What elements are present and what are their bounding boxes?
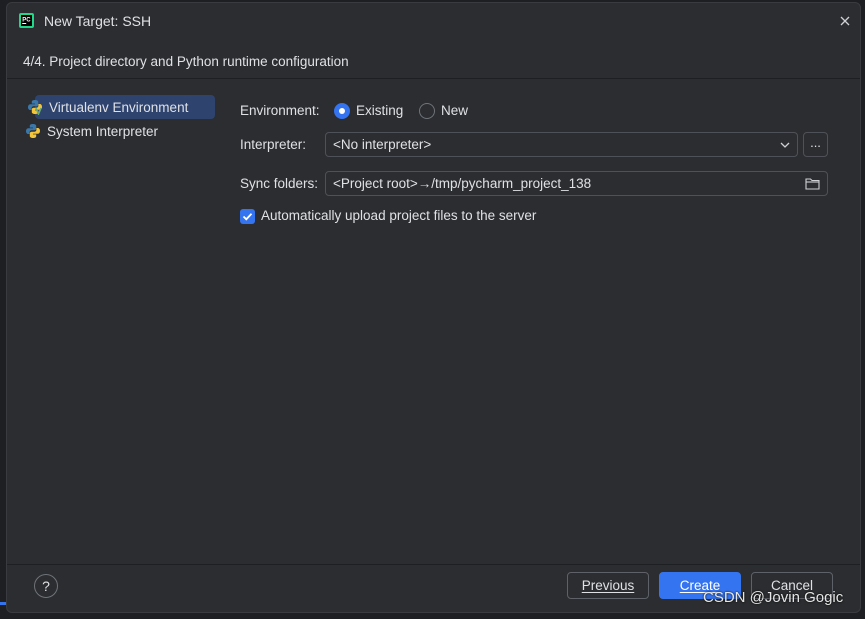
close-icon [840, 16, 850, 26]
sidebar-item-label: Virtualenv Environment [49, 99, 189, 115]
interpreter-label: Interpreter: [240, 137, 307, 152]
environment-existing-radio[interactable] [334, 103, 350, 119]
dialog-title: New Target: SSH [44, 13, 152, 29]
previous-button-label: Previous [581, 578, 635, 593]
environment-new-label[interactable]: New [441, 103, 468, 118]
sync-folders-field[interactable]: <Project root>→/tmp/pycharm_project_138 [325, 171, 828, 196]
checkmark-icon [242, 213, 253, 221]
configuration-panel: Environment: Existing New Interpreter: <… [229, 80, 860, 564]
auto-upload-label[interactable]: Automatically upload project files to th… [261, 208, 536, 223]
sidebar-item-system-interpreter[interactable]: System Interpreter [25, 119, 215, 143]
environment-existing-label[interactable]: Existing [356, 103, 403, 118]
step-title: 4/4. Project directory and Python runtim… [7, 45, 860, 79]
help-button[interactable]: ? [34, 574, 58, 598]
chevron-down-icon [780, 142, 790, 148]
close-button[interactable] [836, 12, 854, 30]
dialog-window: PC New Target: SSH 4/4. Project director… [6, 2, 861, 613]
sidebar-item-virtualenv[interactable]: Virtualenv Environment [28, 95, 215, 119]
environment-label: Environment: [240, 103, 320, 118]
interpreter-browse-button[interactable]: ... [803, 132, 828, 157]
watermark-text: CSDN @Jovin Gogic [703, 589, 844, 606]
interpreter-value: <No interpreter> [333, 137, 432, 152]
svg-text:PC: PC [22, 18, 31, 24]
auto-upload-checkbox[interactable] [240, 209, 255, 224]
python-icon [26, 124, 40, 138]
sync-folders-value: <Project root>→/tmp/pycharm_project_138 [333, 176, 592, 191]
interpreter-dropdown[interactable]: <No interpreter> [325, 132, 798, 157]
sidebar-item-label: System Interpreter [47, 123, 159, 139]
folder-icon[interactable] [805, 177, 820, 190]
pycharm-app-icon: PC [19, 13, 34, 28]
title-bar: PC New Target: SSH [7, 3, 860, 39]
environment-type-list: Virtualenv Environment System Interprete… [7, 80, 229, 564]
previous-button[interactable]: Previous [567, 572, 649, 599]
environment-new-radio[interactable] [419, 103, 435, 119]
sync-folders-label: Sync folders: [240, 176, 319, 191]
python-virtualenv-icon [28, 100, 42, 115]
